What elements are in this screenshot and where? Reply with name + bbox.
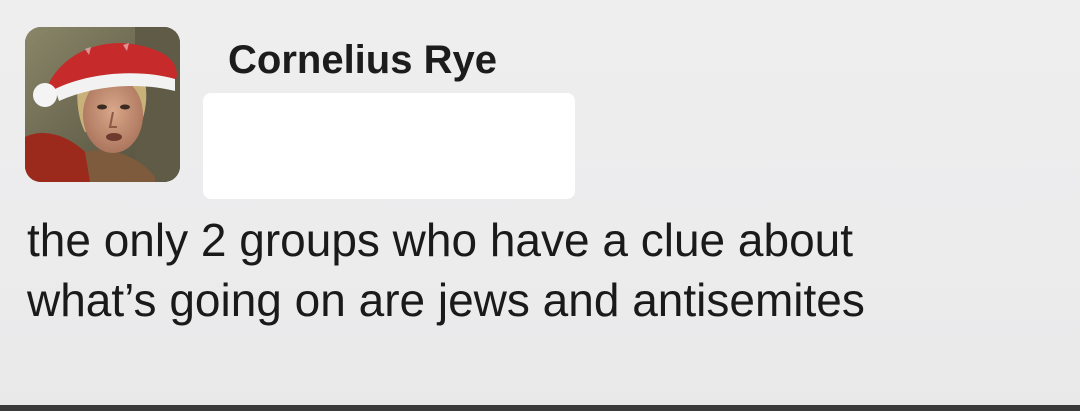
avatar[interactable] <box>25 27 180 182</box>
profile-photo-santa-hat-icon <box>25 27 180 182</box>
author-name[interactable]: Cornelius Rye <box>228 38 497 83</box>
divider <box>0 405 1080 411</box>
redaction-box <box>203 93 575 199</box>
post-card: Cornelius Rye the only 2 groups who have… <box>0 0 1080 411</box>
post-text: the only 2 groups who have a clue about … <box>27 214 865 326</box>
